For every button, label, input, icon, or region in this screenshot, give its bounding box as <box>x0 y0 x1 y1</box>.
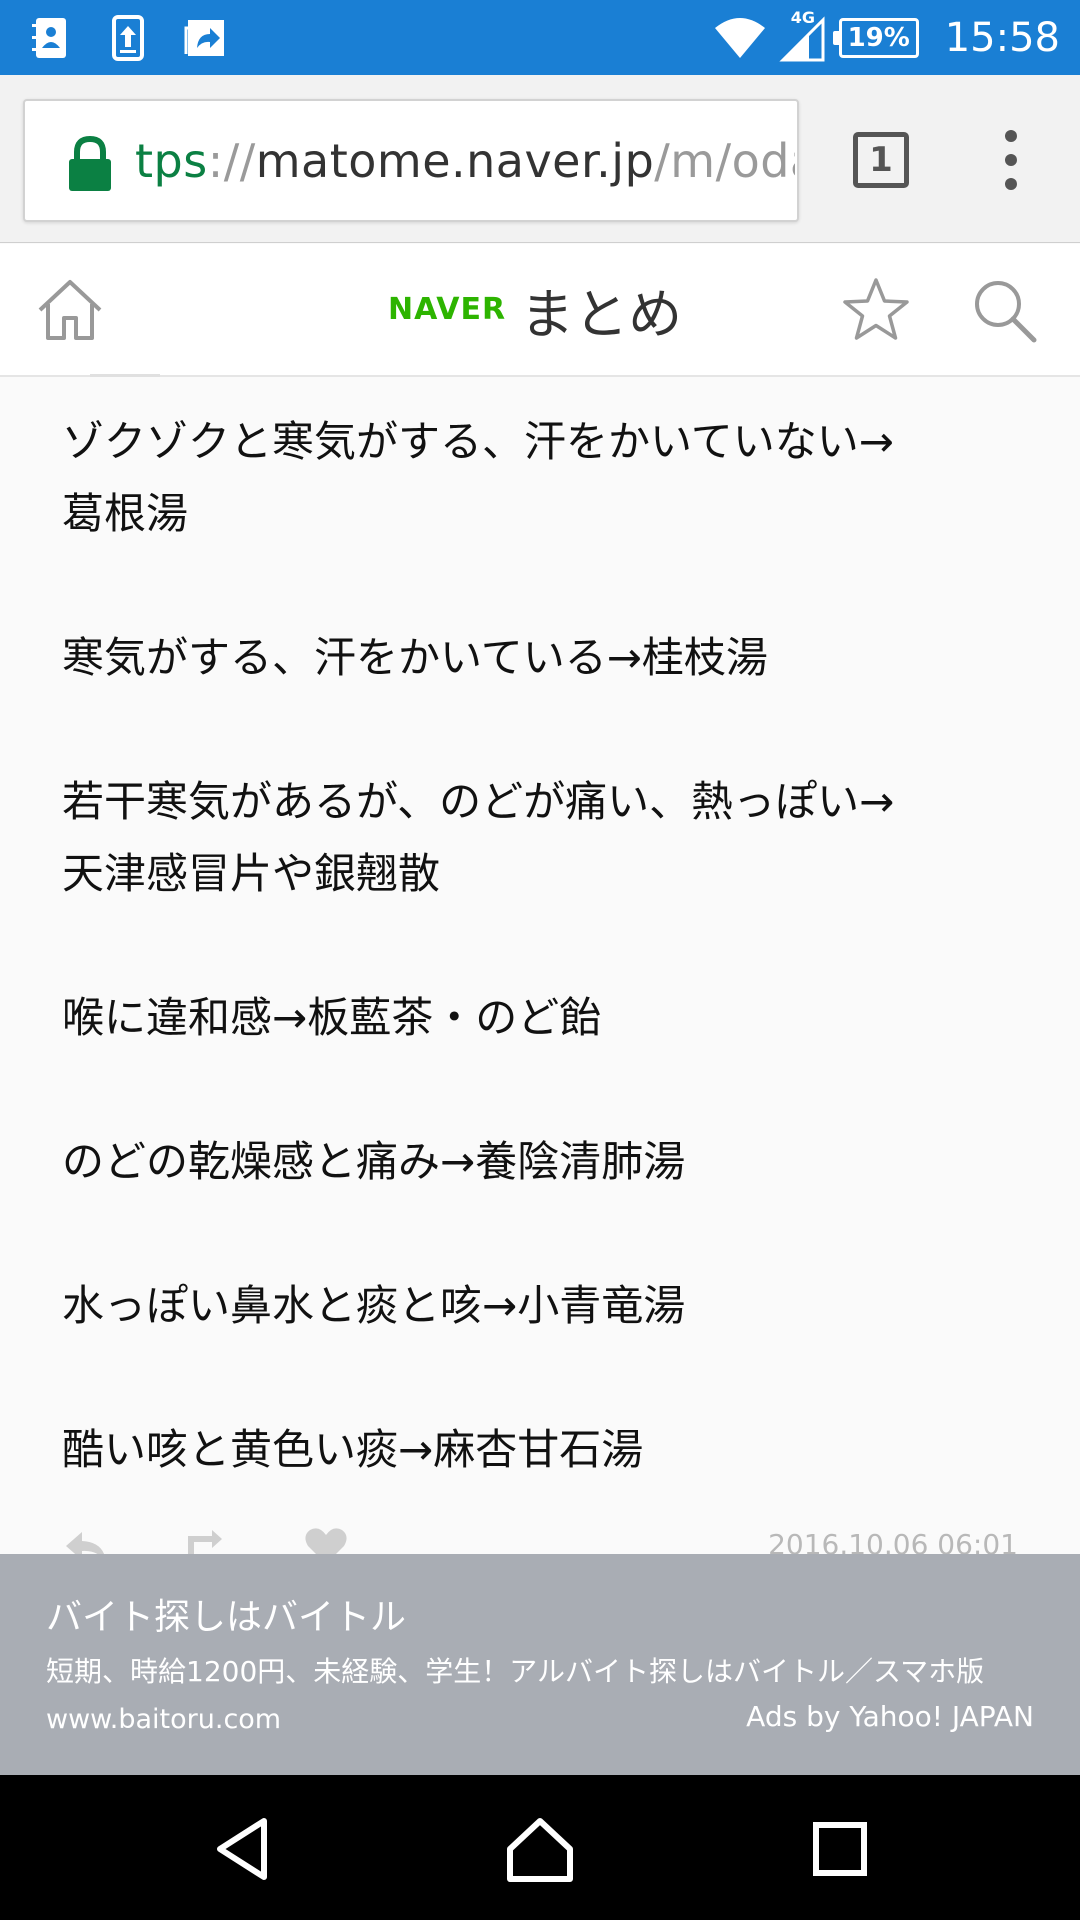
wifi-icon <box>714 18 765 58</box>
tab-switcher-button[interactable]: 1 <box>853 132 909 188</box>
url-path: /m/odai <box>654 134 795 188</box>
symptom-item: 寒気がする、汗をかいている→桂枝湯 <box>62 622 1022 694</box>
logo-naver: NAVER <box>388 291 507 327</box>
cellular-signal: 4G <box>779 8 827 62</box>
url-separator: :// <box>207 134 256 188</box>
header-divider <box>90 374 160 377</box>
ad-banner[interactable]: バイト探しはバイトル 短期、時給1200円、未経験、学生！アルバイト探しはバイト… <box>0 1554 1080 1775</box>
post-date: 2016.10.06 06:01 <box>768 1528 1018 1554</box>
ad-title[interactable]: バイト探しはバイトル <box>46 1588 406 1640</box>
home-icon[interactable] <box>34 274 106 346</box>
item-line: 若干寒気があるが、のどが痛い、熱っぽい→ <box>62 777 895 826</box>
ad-description: 短期、時給1200円、未経験、学生！アルバイト探しはバイトル／スマホ版 <box>46 1655 985 1688</box>
item-line: ゾクゾクと寒気がする、汗をかいていない→ <box>62 417 894 466</box>
symptom-item: 喉に違和感→板藍茶・のど飴 <box>62 982 1022 1054</box>
symptom-item: 酷い咳と黄色い痰→麻杏甘石湯 <box>62 1414 1022 1486</box>
repost-icon[interactable] <box>178 1526 226 1554</box>
recent-apps-icon[interactable] <box>802 1811 878 1887</box>
item-line: 天津感冒片や銀翹散 <box>62 849 441 898</box>
address-bar[interactable]: tps://matome.naver.jp/m/odai <box>23 99 799 222</box>
search-icon[interactable] <box>968 274 1040 346</box>
star-icon[interactable] <box>840 274 912 346</box>
item-line: 水っぽい鼻水と痰と咳→小青竜湯 <box>62 1281 686 1330</box>
back-icon[interactable] <box>206 1811 282 1887</box>
article-content: ゾクゾクと寒気がする、汗をかいていない→ 葛根湯 寒気がする、汗をかいている→桂… <box>0 378 1080 1554</box>
logo-matome: まとめ <box>520 282 683 346</box>
home-nav-icon[interactable] <box>502 1811 578 1887</box>
symptom-item: 若干寒気があるが、のどが痛い、熱っぽい→ 天津感冒片や銀翹散 <box>62 766 1022 910</box>
network-type-label: 4G <box>790 8 815 27</box>
battery-indicator: 19% <box>832 18 919 58</box>
system-nav-bar <box>0 1775 1080 1920</box>
url-host: matome.naver.jp <box>255 134 655 188</box>
reply-icon[interactable] <box>62 1526 110 1554</box>
share-icon <box>184 20 224 56</box>
heart-icon[interactable] <box>302 1526 350 1554</box>
upload-icon <box>112 15 144 61</box>
item-line: のどの乾燥感と痛み→養陰清肺湯 <box>62 1137 686 1186</box>
url-scheme: tps <box>135 134 208 188</box>
item-line: 葛根湯 <box>62 489 189 538</box>
site-logo[interactable]: NAVER まとめ <box>388 274 682 346</box>
item-actions: 2016.10.06 06:01 <box>62 1526 1022 1554</box>
item-line: 喉に違和感→板藍茶・のど飴 <box>62 993 602 1042</box>
overflow-menu-button[interactable] <box>993 130 1029 190</box>
notification-icons <box>28 14 228 62</box>
menu-dot <box>1005 154 1017 166</box>
symptom-item: ゾクゾクと寒気がする、汗をかいていない→ 葛根湯 <box>62 406 1022 550</box>
item-line: 酷い咳と黄色い痰→麻杏甘石湯 <box>62 1425 644 1474</box>
menu-dot <box>1005 178 1017 190</box>
browser-toolbar: tps://matome.naver.jp/m/odai 1 <box>0 75 1080 243</box>
contacts-icon <box>32 18 66 58</box>
ad-attribution[interactable]: Ads by Yahoo! JAPAN <box>746 1700 1034 1733</box>
lock-icon <box>69 135 111 191</box>
status-bar: 4G 19% 15:58 <box>0 0 1080 75</box>
system-status: 4G 19% 15:58 <box>713 8 1060 68</box>
site-header: NAVER まとめ <box>0 244 1080 377</box>
symptom-item: のどの乾燥感と痛み→養陰清肺湯 <box>62 1126 1022 1198</box>
ad-url: www.baitoru.com <box>46 1704 282 1735</box>
screen: 4G 19% 15:58 tps://matome.naver.jp/m/oda… <box>0 0 1080 1920</box>
clock: 15:58 <box>944 15 1060 61</box>
item-line: 寒気がする、汗をかいている→桂枝湯 <box>62 633 768 682</box>
url-text[interactable]: tps://matome.naver.jp/m/odai <box>135 131 795 191</box>
symptom-item: 水っぽい鼻水と痰と咳→小青竜湯 <box>62 1270 1022 1342</box>
menu-dot <box>1005 130 1017 142</box>
